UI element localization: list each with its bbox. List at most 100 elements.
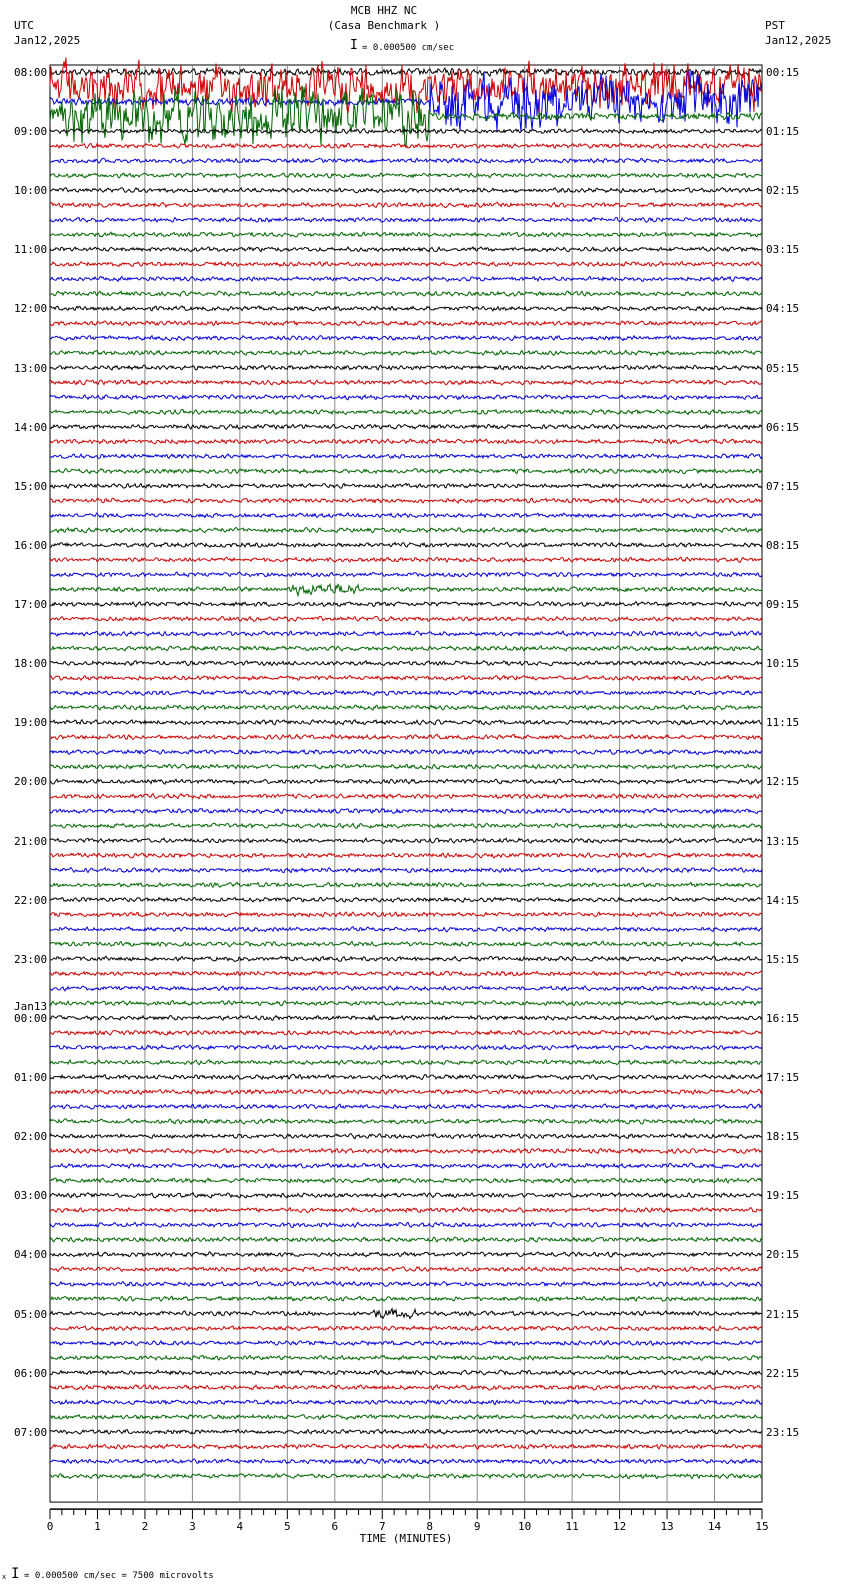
seismic-trace <box>49 482 763 490</box>
seismic-trace <box>49 1413 763 1421</box>
seismic-trace <box>49 1472 763 1480</box>
seismic-trace <box>49 1354 763 1362</box>
seismic-trace <box>49 733 763 741</box>
x-tick-label: 14 <box>707 1520 722 1534</box>
seismic-trace <box>49 452 763 460</box>
seismic-trace <box>49 172 763 179</box>
pst-hour-label: 14:15 <box>766 893 800 907</box>
pst-hour-label: 20:15 <box>766 1248 800 1262</box>
pst-hour-label: 19:15 <box>766 1189 800 1203</box>
seismic-trace <box>49 201 763 209</box>
utc-hour-label: 03:00 <box>14 1189 48 1203</box>
seismic-trace <box>49 1251 763 1258</box>
utc-hour-label: 09:00 <box>14 125 48 139</box>
seismic-trace <box>49 1088 763 1096</box>
seismic-trace <box>49 1191 763 1199</box>
seismic-trace <box>49 582 763 598</box>
seismic-trace <box>49 231 763 238</box>
utc-hour-label: 01:00 <box>14 1071 48 1085</box>
seismic-trace <box>49 1428 763 1435</box>
seismic-trace <box>49 320 763 327</box>
footer-prefix: x <box>2 1573 7 1581</box>
seismic-trace <box>49 1280 763 1288</box>
utc-hour-label: 22:00 <box>14 893 48 907</box>
utc-hour-label: 19:00 <box>14 716 48 730</box>
pst-hour-label: 18:15 <box>766 1130 800 1144</box>
seismic-trace <box>49 556 763 564</box>
seismic-trace <box>49 866 763 874</box>
seismic-trace <box>49 1073 763 1081</box>
seismic-trace <box>49 1177 763 1184</box>
utc-hour-label: 08:00 <box>14 66 48 79</box>
seismic-trace <box>49 910 763 918</box>
x-tick-label: 1 <box>94 1520 101 1534</box>
seismic-trace <box>49 807 763 815</box>
x-tick-label: 12 <box>612 1520 627 1534</box>
seismic-trace <box>49 393 763 401</box>
seismic-trace <box>49 970 763 977</box>
seismogram-plot <box>49 57 763 1520</box>
seismic-trace <box>49 349 763 357</box>
seismic-trace <box>49 379 763 386</box>
utc-hour-label: 00:00 <box>14 1011 48 1025</box>
seismic-trace <box>49 940 763 948</box>
utc-hour-label: 17:00 <box>14 598 48 612</box>
x-tick-label: 4 <box>236 1520 244 1534</box>
seismic-trace <box>49 822 763 830</box>
seismic-trace <box>49 778 763 785</box>
utc-hour-label: 21:00 <box>14 834 48 848</box>
seismic-trace <box>49 571 763 578</box>
x-tick-label: 2 <box>141 1520 149 1534</box>
seismic-trace <box>49 260 763 268</box>
utc-hour-label: 14:00 <box>14 420 48 434</box>
seismic-trace <box>49 644 763 652</box>
pst-hour-label: 10:15 <box>766 657 800 671</box>
utc-hour-label: 16:00 <box>14 538 48 552</box>
x-tick-label: 9 <box>473 1520 481 1534</box>
x-tick-label: 11 <box>565 1520 579 1534</box>
seismic-trace <box>49 438 763 445</box>
seismic-trace <box>49 1162 763 1170</box>
utc-hour-label: 18:00 <box>14 657 48 671</box>
x-tick-label: 3 <box>189 1520 196 1534</box>
seismic-trace <box>49 1014 763 1022</box>
seismic-trace <box>49 364 763 372</box>
seismic-trace <box>49 881 763 889</box>
seismic-trace <box>49 1236 763 1243</box>
utc-hour-label: 15:00 <box>14 479 48 493</box>
seismic-trace <box>49 1058 763 1066</box>
seismic-trace <box>49 467 763 475</box>
utc-hour-label: 07:00 <box>14 1425 48 1439</box>
seismic-trace <box>49 1443 763 1450</box>
seismic-trace <box>49 1206 763 1214</box>
x-axis-label: TIME (MINUTES) <box>359 1532 453 1546</box>
pst-hour-label: 16:15 <box>766 1011 800 1025</box>
seismic-trace <box>49 704 763 711</box>
pst-hour-label: 13:15 <box>766 834 800 848</box>
x-tick-label: 15 <box>755 1520 769 1534</box>
seismic-trace <box>49 1117 763 1125</box>
seismic-trace <box>49 1103 763 1110</box>
utc-hour-label: 04:00 <box>14 1248 48 1262</box>
seismic-trace <box>49 216 763 224</box>
seismic-trace <box>49 689 763 696</box>
seismic-trace <box>49 985 763 992</box>
seismic-trace <box>49 1265 763 1273</box>
seismic-trace <box>49 718 763 726</box>
seismic-trace <box>49 896 763 903</box>
seismic-trace <box>49 1132 763 1140</box>
seismic-trace <box>49 1369 763 1376</box>
seismic-trace <box>49 511 763 519</box>
footer-scale-icon: I <box>11 1566 20 1582</box>
pst-hour-label: 15:15 <box>766 952 800 966</box>
seismic-trace <box>49 615 763 623</box>
seismic-trace <box>49 659 763 667</box>
pst-hour-label: 23:15 <box>766 1425 800 1439</box>
seismic-trace <box>49 1398 763 1406</box>
pst-hour-label: 01:15 <box>766 125 800 139</box>
seismic-trace <box>50 305 763 312</box>
seismic-trace <box>49 1339 763 1347</box>
pst-hour-label: 06:15 <box>766 420 800 434</box>
seismic-trace <box>49 955 763 963</box>
seismic-trace <box>49 526 763 534</box>
